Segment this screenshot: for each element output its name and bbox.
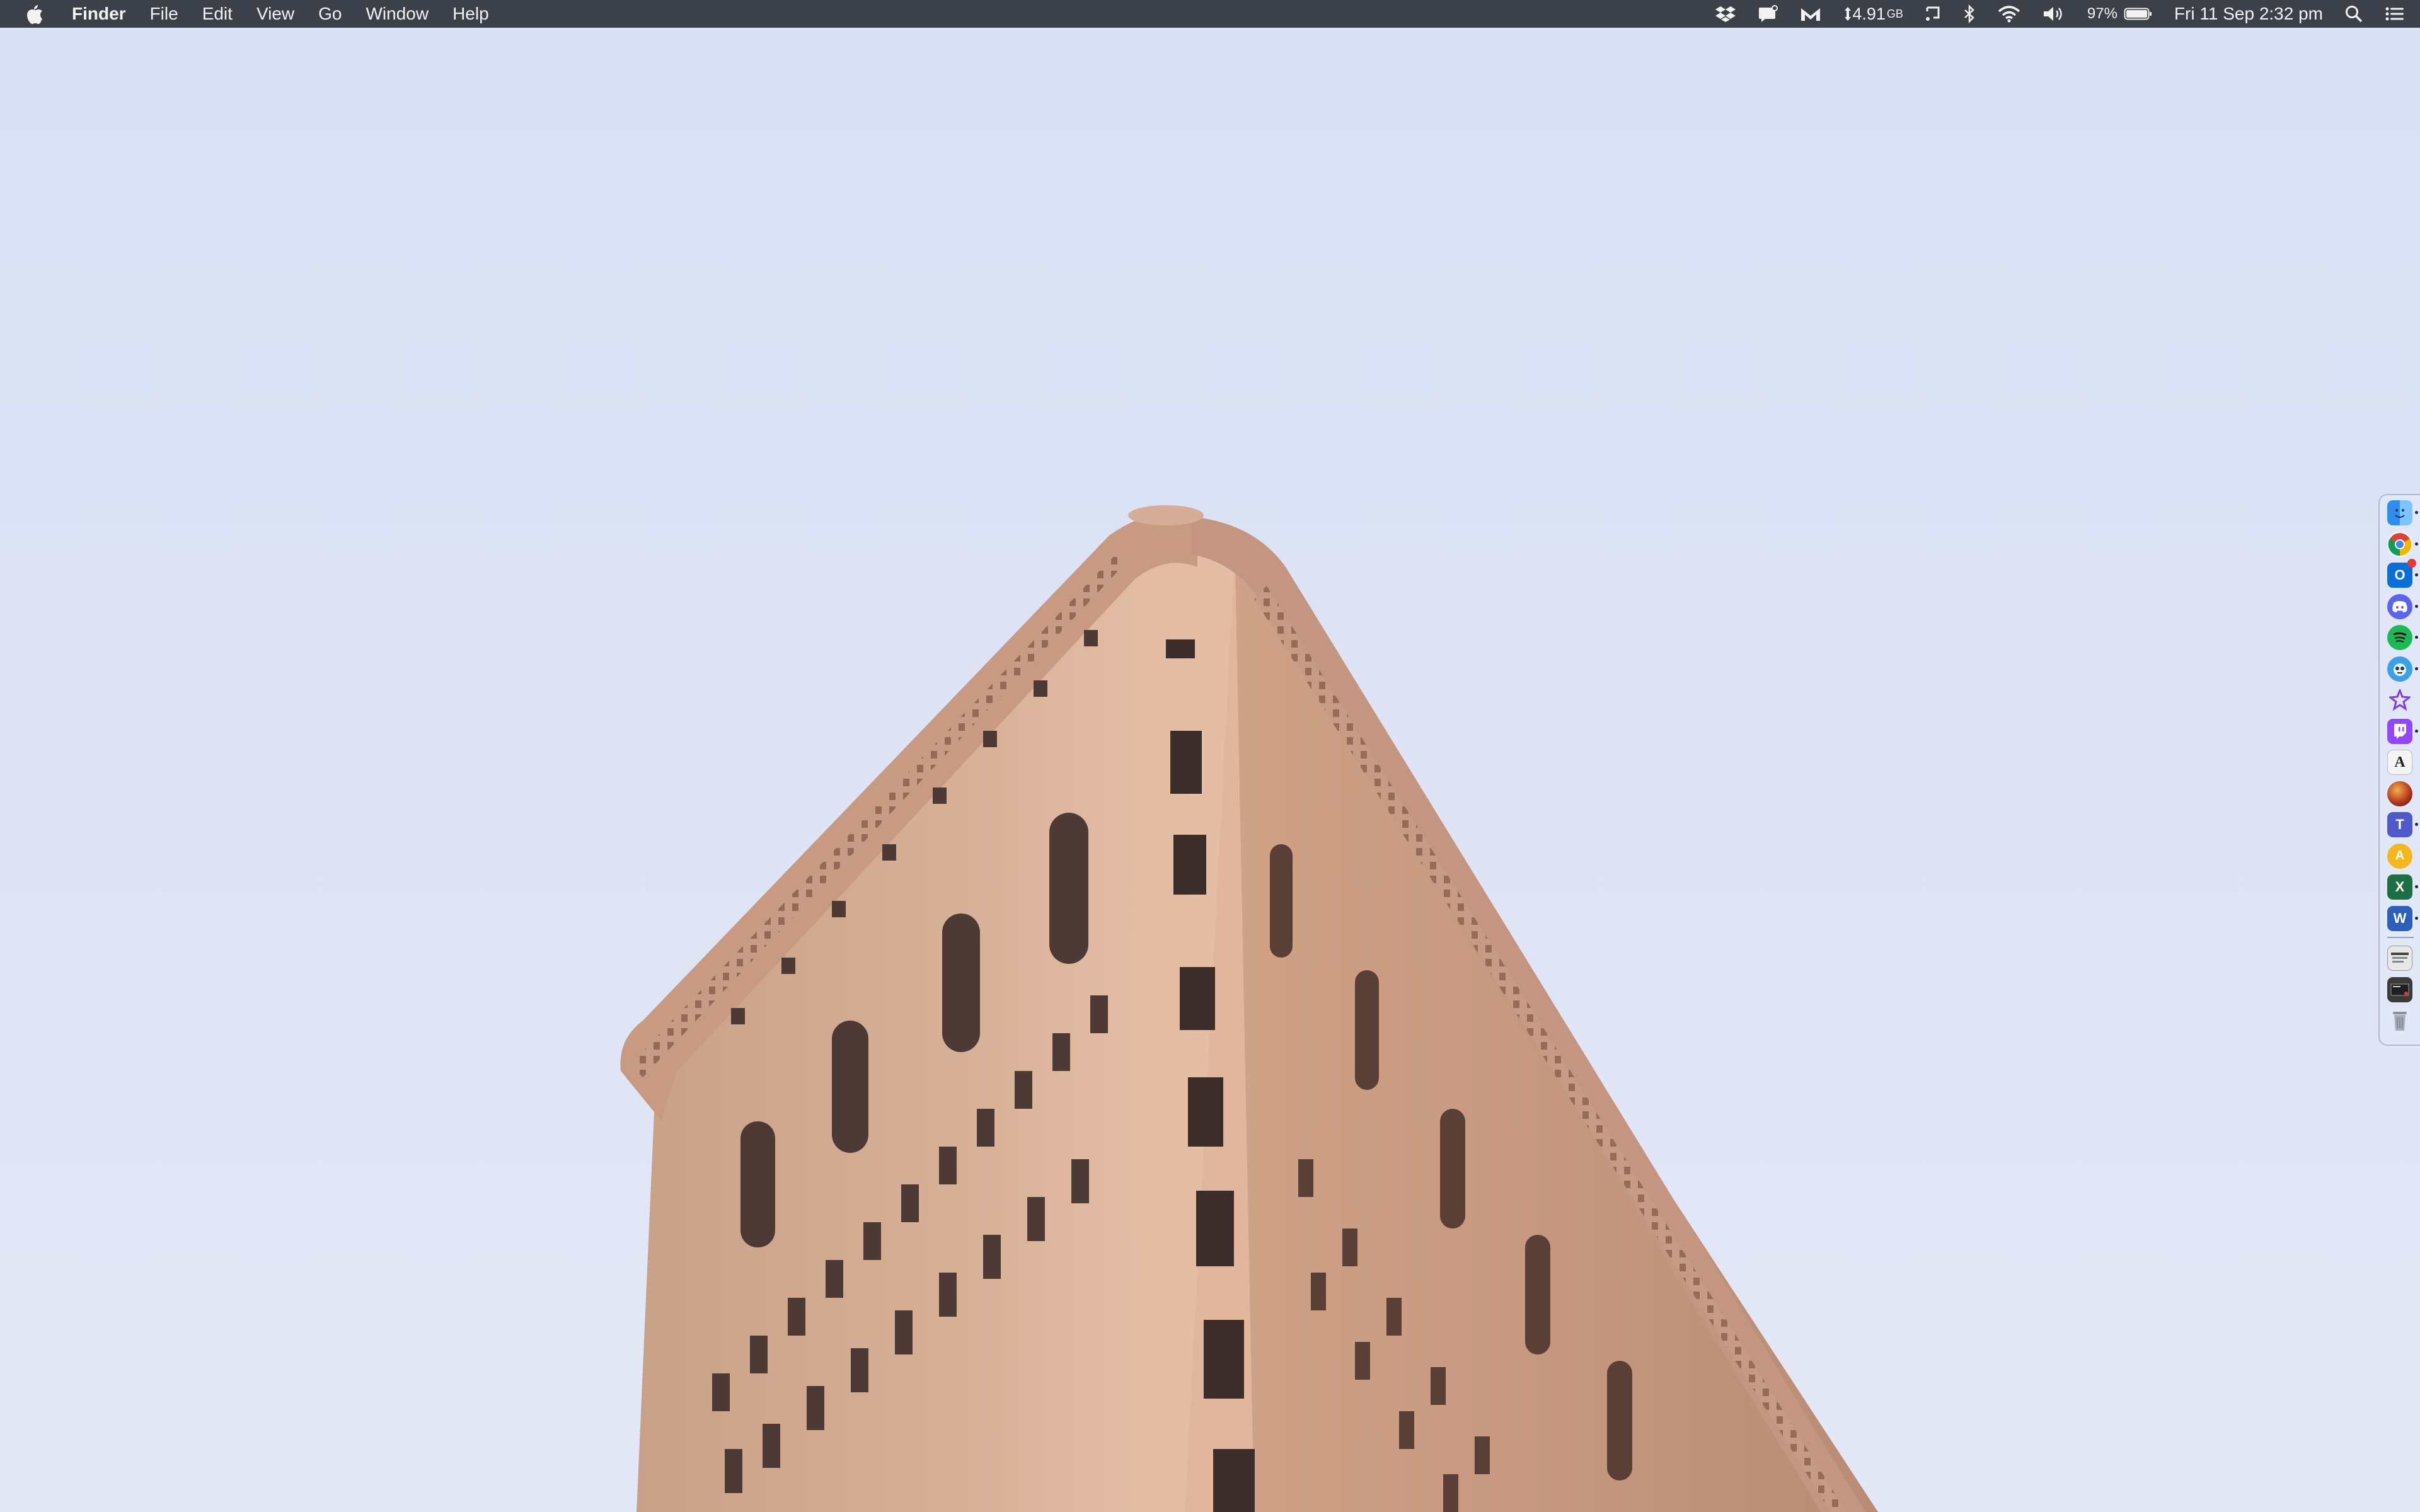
dock-downloads-stack-icon[interactable] — [2387, 976, 2412, 1002]
dock-excel-icon[interactable]: X — [2387, 874, 2418, 900]
mimestream-icon[interactable] — [1799, 4, 1822, 23]
running-indicator — [2415, 667, 2418, 670]
cast-icon[interactable] — [1925, 5, 1941, 23]
disk-icon[interactable]: 4.91 GB — [1843, 4, 1903, 24]
dock-trash-icon[interactable] — [2387, 1008, 2412, 1033]
menu-go[interactable]: Go — [318, 4, 342, 24]
dock-twitch-icon[interactable] — [2387, 718, 2418, 744]
running-indicator — [2415, 729, 2418, 733]
running-indicator — [2415, 573, 2418, 576]
menu-bar: Finder File Edit View Go Window Help 4.9… — [0, 0, 2420, 28]
menu-edit[interactable]: Edit — [202, 4, 233, 24]
dock-game-icon[interactable] — [2387, 781, 2412, 806]
bluetooth-icon[interactable] — [1962, 4, 1976, 23]
apple-icon[interactable] — [25, 3, 44, 25]
menu-bar-clock[interactable]: Fri 11 Sep 2:32 pm — [2174, 4, 2323, 24]
dock-teams-icon[interactable]: T — [2387, 812, 2418, 837]
dock-finder-icon[interactable] — [2387, 500, 2418, 525]
running-indicator — [2415, 916, 2418, 920]
wifi-icon[interactable] — [1998, 5, 2020, 23]
dock-amphetamine-icon[interactable]: A — [2387, 843, 2412, 869]
menu-view[interactable]: View — [256, 4, 294, 24]
wallpaper-image — [620, 505, 1878, 1512]
menu-window[interactable]: Window — [366, 4, 429, 24]
running-indicator — [2415, 542, 2418, 546]
dock-reeder-icon[interactable] — [2387, 687, 2412, 713]
notification-icon[interactable] — [1758, 5, 1778, 23]
menu-app-finder[interactable]: Finder — [72, 4, 126, 24]
disk-size-value: 4.91 — [1852, 4, 1886, 23]
volume-icon[interactable] — [2042, 5, 2066, 23]
battery-percent: 97% — [2087, 5, 2118, 22]
dock: O A T A X W — [2378, 494, 2420, 1046]
control-center-icon[interactable] — [2385, 5, 2405, 23]
menu-file[interactable]: File — [150, 4, 178, 24]
running-indicator — [2415, 823, 2418, 826]
spotlight-icon[interactable] — [2344, 4, 2363, 23]
notification-badge — [2407, 559, 2416, 568]
desktop: Finder File Edit View Go Window Help 4.9… — [0, 0, 2420, 1512]
dock-dictionary-icon[interactable]: A — [2387, 750, 2412, 775]
disk-size-unit: GB — [1886, 7, 1903, 20]
menu-help[interactable]: Help — [452, 4, 489, 24]
dock-word-icon[interactable]: W — [2387, 905, 2418, 931]
dock-discord-icon[interactable] — [2387, 593, 2418, 619]
running-indicator — [2415, 885, 2418, 888]
dock-outlook-icon[interactable]: O — [2387, 559, 2418, 588]
menu-bar-status-area: 4.91 GB 97% Fri 11 Sep 2:32 pm — [1693, 0, 2405, 28]
dropbox-icon[interactable] — [1715, 5, 1736, 23]
running-indicator — [2415, 511, 2418, 514]
running-indicator — [2415, 604, 2418, 608]
battery-icon — [2124, 8, 2152, 20]
menu-bar-left: Finder File Edit View Go Window Help — [25, 0, 513, 28]
battery-status[interactable]: 97% — [2087, 5, 2153, 23]
running-indicator — [2415, 636, 2418, 639]
dock-chrome-icon[interactable] — [2387, 531, 2418, 557]
dock-tweetbot-icon[interactable] — [2387, 656, 2418, 682]
dock-stack-icon[interactable] — [2387, 946, 2412, 971]
dock-spotify-icon[interactable] — [2387, 625, 2418, 650]
dock-separator — [2387, 937, 2414, 938]
